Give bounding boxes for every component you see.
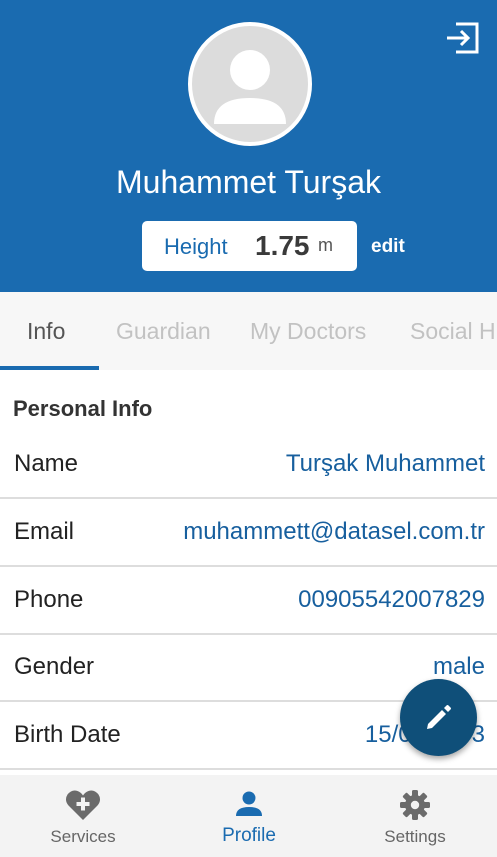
nav-label: Services <box>50 827 116 846</box>
heart-plus-icon <box>65 790 101 820</box>
nav-label: Profile <box>222 825 276 846</box>
bottom-navigation: Services Profile Settings <box>0 775 497 857</box>
gear-icon <box>400 790 430 820</box>
nav-label: Settings <box>384 827 446 846</box>
row-value: Turşak Muhammet <box>285 450 485 477</box>
row-label: Birth Date <box>14 721 121 748</box>
profile-name: Muhammet Turşak <box>116 164 381 200</box>
row-value: muhammett@datasel.com.tr <box>183 518 485 545</box>
edit-profile-button[interactable] <box>400 679 477 756</box>
user-placeholder-icon <box>214 50 286 124</box>
tab-social[interactable]: Social H <box>410 292 496 370</box>
row-label: Name <box>14 450 79 477</box>
row-label: Gender <box>14 653 95 680</box>
profile-tabs: Info Guardian My Doctors Social H <box>0 292 497 370</box>
height-card: Height 1.75 m <box>142 221 357 271</box>
logout-icon <box>447 22 479 54</box>
height-unit: m <box>318 235 333 255</box>
tab-guardian[interactable]: Guardian <box>116 292 211 370</box>
height-label: Height <box>164 234 228 259</box>
pencil-icon <box>427 705 451 729</box>
tab-info[interactable]: Info <box>27 292 65 370</box>
row-label: Phone <box>14 586 84 613</box>
info-row-name: Name Turşak Muhammet <box>0 431 497 499</box>
tab-my-doctors[interactable]: My Doctors <box>250 292 366 370</box>
nav-settings[interactable]: Settings <box>332 775 497 857</box>
edit-height-link[interactable]: edit <box>371 236 405 258</box>
row-value: 00905542007829 <box>298 586 485 613</box>
section-title: Personal Info <box>13 396 153 421</box>
person-icon <box>236 791 262 816</box>
profile-header: Muhammet Turşak Height 1.75 m edit <box>0 0 497 292</box>
info-row-phone: Phone 00905542007829 <box>0 567 497 635</box>
avatar[interactable] <box>188 22 312 146</box>
info-row-email: Email muhammett@datasel.com.tr <box>0 499 497 567</box>
nav-services[interactable]: Services <box>0 775 166 857</box>
height-value: 1.75 <box>255 230 310 261</box>
logout-button[interactable] <box>444 21 480 55</box>
row-label: Email <box>14 518 75 545</box>
row-value: male <box>432 653 485 680</box>
nav-profile[interactable]: Profile <box>166 775 332 857</box>
